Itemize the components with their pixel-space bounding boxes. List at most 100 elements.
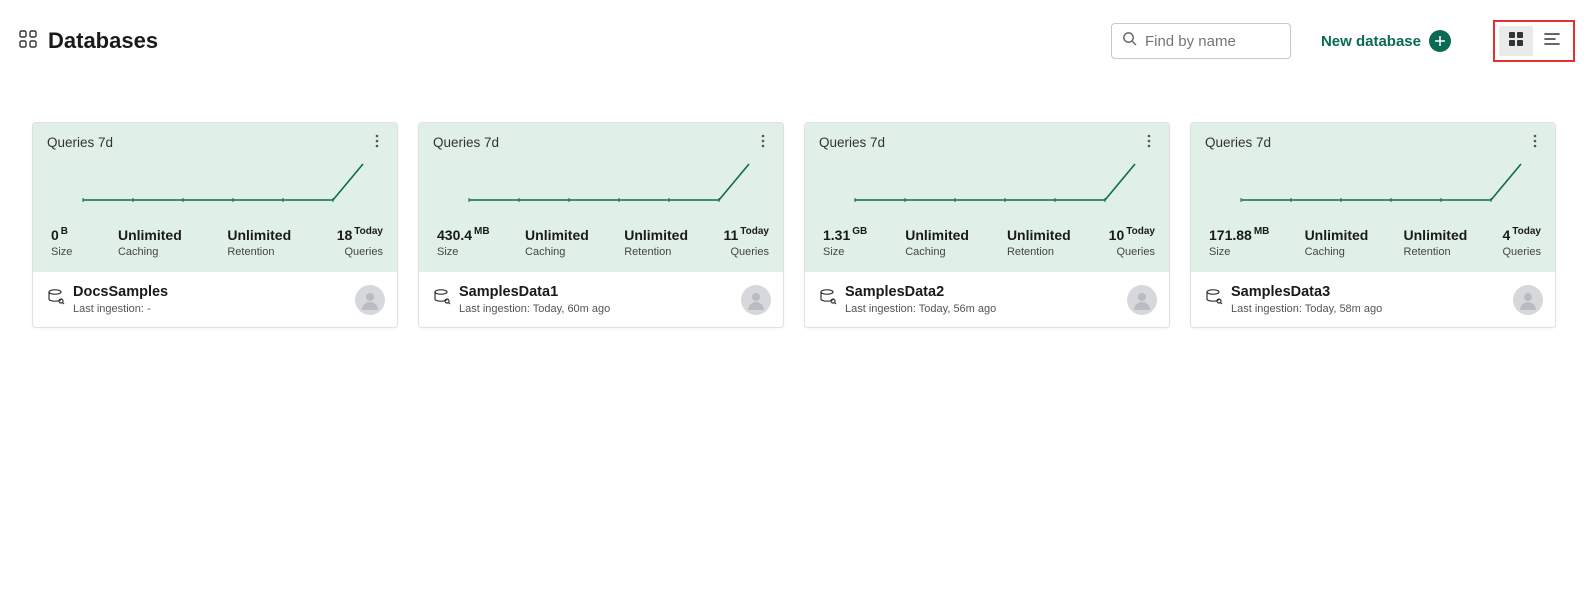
size-label: Size: [1209, 246, 1269, 258]
database-name: SamplesData2: [845, 284, 996, 300]
grid-icon: [1508, 31, 1524, 52]
stat-size: 0B Size: [51, 228, 72, 258]
more-vertical-icon: [1528, 134, 1542, 153]
size-value: 430.4: [437, 227, 472, 243]
size-label: Size: [437, 246, 490, 258]
size-unit: MB: [1254, 226, 1270, 237]
last-ingestion: Last ingestion: Today, 60m ago: [459, 303, 610, 315]
card-bottom: DocsSamples Last ingestion: -: [33, 272, 397, 327]
database-card[interactable]: Queries 7d: [1190, 122, 1556, 328]
size-label: Size: [51, 246, 72, 258]
size-unit: GB: [852, 226, 867, 237]
stat-retention: Unlimited Retention: [1404, 228, 1468, 258]
stats-row: 430.4MB Size Unlimited Caching Unlimited…: [433, 220, 773, 262]
caching-label: Caching: [905, 246, 969, 258]
card-top: Queries 7d: [1191, 123, 1555, 272]
size-label: Size: [823, 246, 867, 258]
size-unit: B: [61, 226, 68, 237]
queries-value: 18: [337, 227, 353, 243]
stat-caching: Unlimited Caching: [1305, 228, 1369, 258]
queries-label: Queries: [730, 246, 769, 258]
queries-value: 4: [1502, 227, 1510, 243]
caching-label: Caching: [525, 246, 589, 258]
avatar: [1513, 285, 1543, 315]
card-top: Queries 7d: [33, 123, 397, 272]
size-value: 1.31: [823, 227, 850, 243]
caching-value: Unlimited: [525, 228, 589, 242]
new-database-button[interactable]: New database: [1321, 30, 1451, 52]
avatar: [1127, 285, 1157, 315]
queries-chart: [819, 154, 1159, 216]
database-card[interactable]: Queries 7d: [418, 122, 784, 328]
page-header: Databases New database: [18, 20, 1575, 62]
search-input[interactable]: [1143, 32, 1280, 51]
chart-title: Queries 7d: [1205, 135, 1545, 150]
retention-value: Unlimited: [227, 228, 291, 242]
caching-value: Unlimited: [1305, 228, 1369, 242]
plus-icon: [1429, 30, 1451, 52]
retention-label: Retention: [624, 246, 688, 258]
grid-view-button[interactable]: [1499, 26, 1533, 56]
card-top: Queries 7d: [419, 123, 783, 272]
stat-queries: 4Today Queries: [1502, 228, 1541, 258]
last-ingestion: Last ingestion: Today, 58m ago: [1231, 303, 1382, 315]
retention-value: Unlimited: [1404, 228, 1468, 242]
database-card[interactable]: Queries 7d: [32, 122, 398, 328]
queries-label: Queries: [1502, 246, 1541, 258]
stat-size: 171.88MB Size: [1209, 228, 1269, 258]
avatar: [355, 285, 385, 315]
caching-label: Caching: [118, 246, 182, 258]
more-button[interactable]: [753, 133, 773, 153]
retention-label: Retention: [227, 246, 291, 258]
stat-retention: Unlimited Retention: [227, 228, 291, 258]
chart-title: Queries 7d: [47, 135, 387, 150]
queries-today-label: Today: [1512, 226, 1541, 237]
more-vertical-icon: [1142, 134, 1156, 153]
card-bottom: SamplesData2 Last ingestion: Today, 56m …: [805, 272, 1169, 327]
more-button[interactable]: [1139, 133, 1159, 153]
more-button[interactable]: [367, 133, 387, 153]
more-button[interactable]: [1525, 133, 1545, 153]
stat-retention: Unlimited Retention: [1007, 228, 1071, 258]
size-unit: MB: [474, 226, 490, 237]
caching-value: Unlimited: [118, 228, 182, 242]
last-ingestion: Last ingestion: Today, 56m ago: [845, 303, 996, 315]
database-cards: Queries 7d: [18, 122, 1575, 328]
database-card[interactable]: Queries 7d: [804, 122, 1170, 328]
database-name: SamplesData3: [1231, 284, 1382, 300]
last-ingestion: Last ingestion: -: [73, 303, 168, 315]
queries-label: Queries: [1116, 246, 1155, 258]
search-icon: [1122, 31, 1137, 51]
stat-retention: Unlimited Retention: [624, 228, 688, 258]
retention-value: Unlimited: [624, 228, 688, 242]
stat-caching: Unlimited Caching: [118, 228, 182, 258]
more-vertical-icon: [756, 134, 770, 153]
search-input-wrap[interactable]: [1111, 23, 1291, 59]
card-top: Queries 7d: [805, 123, 1169, 272]
stats-row: 171.88MB Size Unlimited Caching Unlimite…: [1205, 220, 1545, 262]
chart-title: Queries 7d: [819, 135, 1159, 150]
retention-label: Retention: [1007, 246, 1071, 258]
card-bottom: SamplesData3 Last ingestion: Today, 58m …: [1191, 272, 1555, 327]
queries-chart: [433, 154, 773, 216]
chart-title: Queries 7d: [433, 135, 773, 150]
queries-chart: [1205, 154, 1545, 216]
queries-today-label: Today: [354, 226, 383, 237]
queries-value: 10: [1109, 227, 1125, 243]
database-icon: [47, 288, 65, 311]
size-value: 171.88: [1209, 227, 1252, 243]
database-icon: [433, 288, 451, 311]
database-name: DocsSamples: [73, 284, 168, 300]
stat-caching: Unlimited Caching: [525, 228, 589, 258]
stat-caching: Unlimited Caching: [905, 228, 969, 258]
database-icon: [1205, 288, 1223, 311]
stats-row: 0B Size Unlimited Caching Unlimited Rete…: [47, 220, 387, 262]
list-icon: [1543, 31, 1561, 52]
stat-queries: 10Today Queries: [1109, 228, 1155, 258]
stat-size: 1.31GB Size: [823, 228, 867, 258]
size-value: 0: [51, 227, 59, 243]
list-view-button[interactable]: [1535, 26, 1569, 56]
avatar: [741, 285, 771, 315]
retention-value: Unlimited: [1007, 228, 1071, 242]
stats-row: 1.31GB Size Unlimited Caching Unlimited …: [819, 220, 1159, 262]
